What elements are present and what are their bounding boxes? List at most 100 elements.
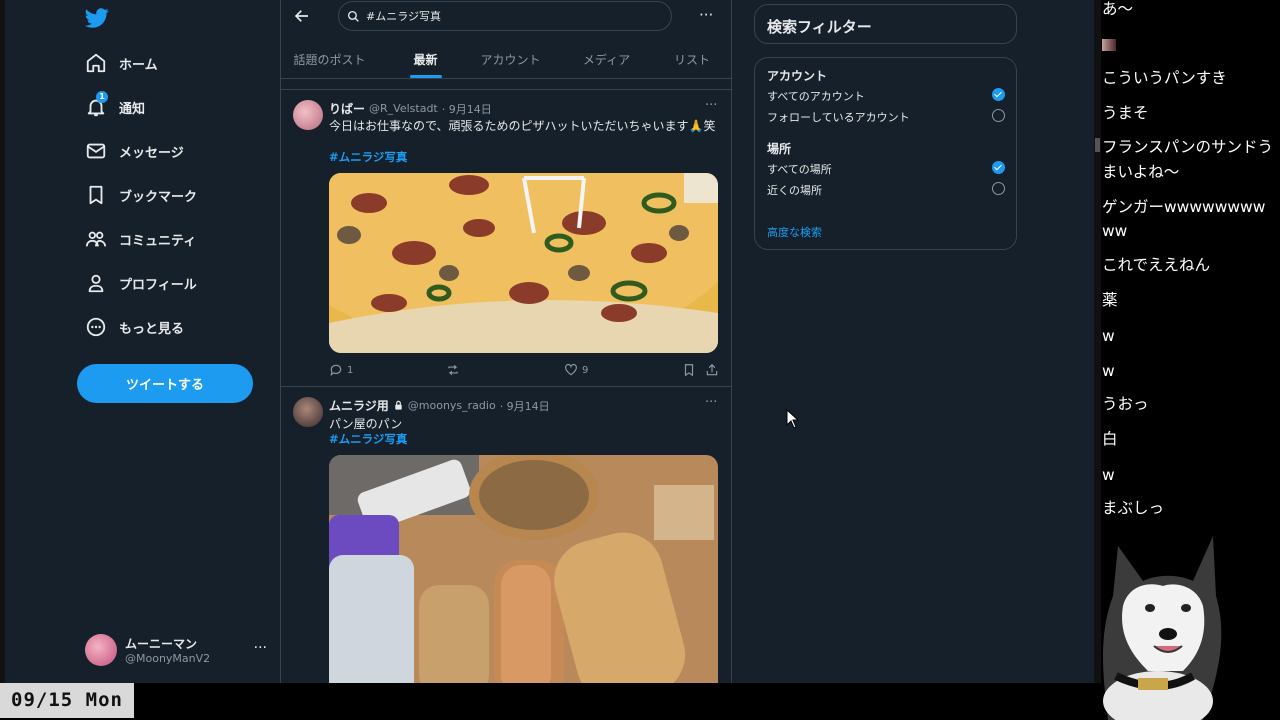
lock-icon [395,400,402,410]
nav-more[interactable]: もっと見る [85,309,184,345]
account-filter-heading: アカウント [767,69,828,83]
tab-top[interactable]: 話題のポスト [281,40,378,78]
tab-latest[interactable]: 最新 [378,40,473,78]
tweet-more-icon[interactable]: ··· [705,395,717,410]
tweet-photo-pizza[interactable] [329,173,718,353]
mail-icon [86,143,106,159]
like-count: 9 [582,364,589,376]
tweet-hashtag[interactable]: #ムニラジ写真 [329,149,407,165]
place-filter-heading: 場所 [767,142,792,156]
search-results-column: ··· 話題のポスト 最新 アカウント メディア リスト りばー @R_Vels… [280,0,732,683]
tab-people[interactable]: アカウント [473,40,548,78]
nav-communities[interactable]: コミュニティ [85,221,196,257]
tweet-avatar[interactable] [293,397,323,427]
nav-more-label: もっと見る [119,321,185,337]
community-icon [85,231,107,247]
tweet-author-name[interactable]: ムニラジ用 [329,397,389,414]
tweet-avatar[interactable] [293,100,323,130]
reply-icon [330,364,342,377]
filter-following-accounts[interactable]: フォローしているアカウント [767,109,1005,125]
search-icon [347,10,359,22]
retweet-icon [448,364,458,376]
comment: 白 [1102,430,1118,448]
tweet-hashtag[interactable]: #ムニラジ写真 [329,431,407,447]
filter-all-accounts-label: すべてのアカウント [767,90,865,103]
back-arrow-icon[interactable] [293,7,311,25]
share-icon [706,363,718,376]
tweet-photo-bread[interactable] [329,455,718,683]
twitter-window: ホーム 1 通知 メッセージ ブックマーク コミュニティ プロフィール もっと見… [5,0,1094,683]
comment: フランスパンのサンドう [1102,138,1273,156]
comment: w [1102,466,1115,484]
nav-home[interactable]: ホーム [85,45,158,81]
tweet[interactable]: りばー @R_Velstadt · 9月14日 ··· 今日はお仕事なので、頑張… [281,90,731,386]
tweet-author-name[interactable]: りばー [329,100,365,117]
comment-stream: あ〜 こういうパンすき うまそ フランスパンのサンドう まいよね〜 ゲンガーww… [1101,0,1280,540]
pizza-photo [329,173,718,353]
nav-communities-label: コミュニティ [119,233,197,249]
share-button[interactable] [705,363,719,377]
comment: w [1102,362,1115,380]
search-more-icon[interactable]: ··· [699,6,713,24]
filter-near-places[interactable]: 近くの場所 [767,182,1005,198]
home-icon [86,53,106,73]
nav-profile-label: プロフィール [119,277,197,293]
heart-icon [565,363,577,376]
bookmark-button[interactable] [682,363,696,377]
filter-all-places-label: すべての場所 [767,163,832,176]
tweet-author-handle: @R_Velstadt [369,102,438,115]
scrollbar-thumb[interactable] [1095,138,1100,152]
tweet[interactable]: ムニラジ用 @moonys_radio · 9月14日 ··· パン屋のパン #… [281,387,731,683]
account-handle: @MoonyManV2 [125,652,211,665]
sidebar: ホーム 1 通知 メッセージ ブックマーク コミュニティ プロフィール もっと見… [5,0,280,683]
tweet-more-icon[interactable]: ··· [705,98,717,113]
search-input[interactable] [366,9,646,23]
tweet-button[interactable]: ツイートする [77,364,253,403]
search-filter-title: 検索フィルター [767,18,872,36]
advanced-search-link[interactable]: 高度な検索 [767,224,822,240]
comment-emote-icon [1102,39,1116,51]
bookmark-icon [89,185,103,205]
twitter-bird-icon[interactable] [85,6,109,30]
profile-icon [88,274,104,293]
tab-media[interactable]: メディア [548,40,665,78]
nav-notifications[interactable]: 1 通知 [85,89,145,125]
tab-lists[interactable]: リスト [665,40,719,78]
nav-messages-label: メッセージ [119,145,184,161]
comment: ゲンガーwwwwwwww [1102,198,1266,216]
tweet-header: りばー @R_Velstadt · 9月14日 [329,100,492,117]
filter-all-places[interactable]: すべての場所 [767,161,1005,177]
radio-checked-icon[interactable] [992,161,1005,174]
bell-icon-wrap: 1 [85,91,108,118]
tweet-date[interactable]: · 9月14日 [500,398,550,414]
search-box[interactable] [338,1,672,31]
nav-bookmarks-label: ブックマーク [119,189,198,205]
radio-unchecked-icon[interactable] [992,182,1005,195]
nav-profile[interactable]: プロフィール [85,265,197,301]
filter-all-accounts[interactable]: すべてのアカウント [767,88,1005,104]
radio-checked-icon[interactable] [992,88,1005,101]
radio-unchecked-icon[interactable] [992,109,1005,122]
notification-badge: 1 [96,91,108,103]
comment: うおっ [1102,395,1149,413]
bookmark-icon [684,364,694,377]
search-header: ··· [281,0,731,34]
search-tabs: 話題のポスト 最新 アカウント メディア リスト [281,40,731,78]
reply-button[interactable]: 1 [329,363,353,377]
comment: あ〜 [1102,0,1134,18]
date-badge: 09/15 Mon [0,683,134,718]
mouse-cursor-icon [786,409,800,429]
like-button[interactable]: 9 [564,363,588,377]
retweet-button[interactable] [446,363,460,377]
tweet-header: ムニラジ用 @moonys_radio · 9月14日 [329,397,550,414]
more-circle-icon [86,317,106,337]
comment: これでええねん [1102,256,1211,274]
nav-messages[interactable]: メッセージ [85,133,184,169]
date-text: 09/15 Mon [11,689,123,711]
account-switcher[interactable]: ムーニーマン @MoonyManV2 ··· [85,630,275,670]
tweet-text: パン屋のパン [329,417,403,431]
nav-bookmarks[interactable]: ブックマーク [85,177,197,213]
comment: 薬 [1102,291,1118,309]
account-more-icon[interactable]: ··· [254,640,267,656]
tweet-date[interactable]: · 9月14日 [442,101,492,117]
